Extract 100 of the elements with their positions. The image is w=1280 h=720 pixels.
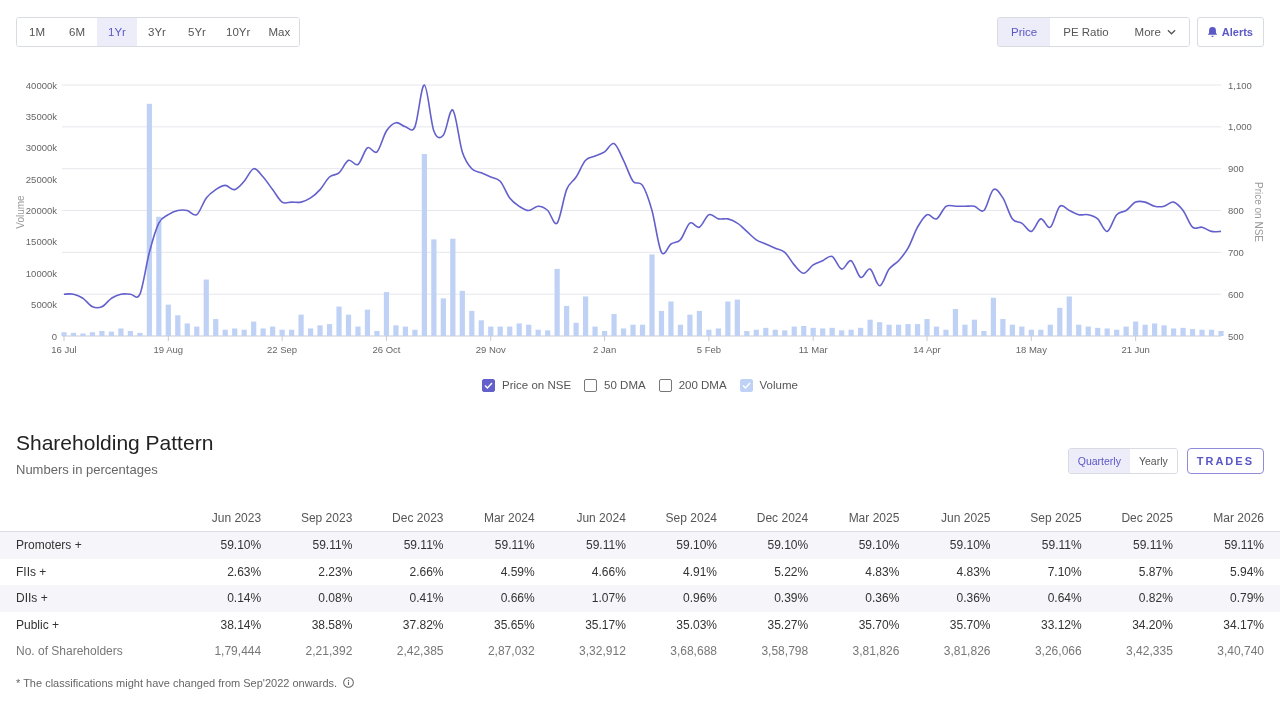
period-tab[interactable]: Quarterly — [1068, 449, 1130, 473]
axis-tick-label: 21 Jun — [1121, 344, 1150, 355]
bell-icon — [1207, 27, 1217, 37]
alerts-button[interactable]: Alerts — [1196, 17, 1264, 47]
axis-tick-label: 0 — [51, 330, 57, 342]
chart-bar — [184, 323, 190, 336]
chart-bar — [677, 324, 684, 336]
chart-bar — [1180, 327, 1186, 336]
table-cell-text: 4.83% — [864, 564, 900, 579]
table-cell-text: 59.11% — [1040, 538, 1082, 553]
chart-bar — [962, 324, 968, 336]
table-cell-text: 4.59% — [499, 564, 535, 579]
chart-bar — [355, 326, 361, 336]
chart-bar — [1038, 329, 1044, 336]
chart-bar — [241, 329, 247, 336]
chart-bar — [1142, 324, 1148, 336]
chart-bar — [1218, 331, 1224, 336]
chart-bar — [89, 332, 96, 336]
table-cell-text: 35.03% — [675, 617, 717, 632]
view-tab[interactable]: Price — [998, 18, 1051, 46]
chart-bar — [393, 325, 399, 336]
column-header: Dec 2023 — [391, 510, 444, 525]
table-cell-text: 2.63% — [226, 564, 262, 579]
axis-tick-label: 11 Mar — [798, 344, 828, 355]
chart-bar — [1019, 326, 1025, 336]
table-cell-text: 0.14% — [226, 591, 262, 606]
table-cell-text: 35.27% — [766, 617, 809, 632]
chart-bar — [1066, 296, 1072, 336]
table-cell-text: 3,81,826 — [851, 644, 900, 659]
chart-bar — [715, 328, 721, 336]
caret-icon — [1166, 29, 1176, 35]
column-header: Mar 2026 — [1212, 510, 1264, 525]
table-cell-text: 59.10% — [948, 538, 991, 553]
chart-bar — [326, 324, 333, 336]
table-cell-text: 35.70% — [857, 617, 900, 632]
legend-toggle[interactable]: 200 DMA — [658, 378, 727, 392]
chart-bar — [620, 328, 627, 336]
table-cell-text: 5.94% — [1228, 564, 1264, 579]
chart-bar — [469, 310, 475, 336]
table-cell-text: 3,40,740 — [1216, 644, 1264, 659]
chart-bar — [905, 324, 911, 336]
legend-toggle[interactable]: Volume — [739, 378, 798, 392]
axis-tick-label: 5 Feb — [696, 344, 722, 355]
row-label-button[interactable]: Public + — [16, 617, 60, 632]
table-cell-text: 59.11% — [402, 538, 444, 553]
info-icon[interactable] — [343, 677, 355, 688]
chart-bar — [706, 329, 712, 336]
axis-tick-label: 35000k — [25, 110, 57, 122]
row-label-button[interactable]: Promoters + — [16, 538, 82, 553]
footnote: * The classifications might have changed from Sep'2022 onwards. — [16, 676, 338, 689]
chart-bar — [383, 292, 390, 336]
chart-bar — [820, 328, 826, 336]
chart-bar — [260, 328, 266, 336]
table-cell-text: 2,21,392 — [304, 644, 353, 659]
table-cell-text: 59.11% — [1223, 538, 1264, 553]
row-label-button[interactable]: FIIs + — [16, 564, 47, 579]
table-cell-text: 7.10% — [1046, 564, 1082, 579]
checkbox[interactable] — [584, 378, 598, 392]
axis-tick-label: 10000k — [25, 267, 57, 279]
chart-bar — [981, 331, 987, 336]
chart-bar — [895, 324, 902, 336]
row-label-button[interactable]: DIIs + — [16, 591, 48, 606]
chart-bar — [402, 326, 408, 336]
table-cell-text: 0.36% — [864, 591, 900, 606]
checkbox[interactable] — [482, 378, 496, 392]
table-cell-text: 33.12% — [1039, 617, 1082, 632]
range-tab[interactable]: 1Yr — [97, 18, 137, 46]
axis-title: Volume — [15, 195, 26, 229]
chart-bar — [222, 329, 228, 336]
trades-button[interactable]: TRADES — [1186, 448, 1264, 474]
chart-bar — [298, 314, 304, 336]
chart-bar — [545, 330, 551, 336]
table-cell-text: 0.79% — [1228, 591, 1264, 606]
chart-bar — [127, 331, 133, 336]
checkbox[interactable] — [658, 378, 672, 392]
chart-bar — [118, 328, 124, 336]
chart-bar — [952, 309, 959, 336]
chart-bar — [203, 279, 209, 336]
table-cell-text: 4.66% — [590, 564, 626, 579]
chart-bar — [1085, 326, 1091, 336]
table-cell-text: 1,79,444 — [213, 644, 262, 659]
chart-bar — [696, 310, 702, 336]
chart-bar — [440, 298, 446, 336]
axis-tick-label: 40000k — [25, 79, 57, 91]
chart-bar — [1114, 329, 1120, 336]
axis-tick-label: 1,100 — [1228, 79, 1252, 91]
table-cell-text: 0.08% — [317, 591, 353, 606]
chart-bar — [213, 319, 219, 336]
chart-bar — [630, 324, 636, 336]
column-header: Jun 2025 — [940, 510, 991, 525]
column-header: Jun 2024 — [575, 510, 626, 525]
chart-bar — [601, 331, 608, 336]
chart-bar — [488, 326, 494, 336]
chart-bar — [848, 329, 854, 336]
legend-toggle[interactable]: 50 DMA — [584, 378, 646, 392]
chart-bar — [364, 309, 371, 336]
chart-bar — [1199, 329, 1205, 336]
chart-bar — [1123, 326, 1129, 336]
check-icon — [741, 381, 751, 389]
legend-toggle[interactable]: Price on NSE — [482, 378, 572, 392]
